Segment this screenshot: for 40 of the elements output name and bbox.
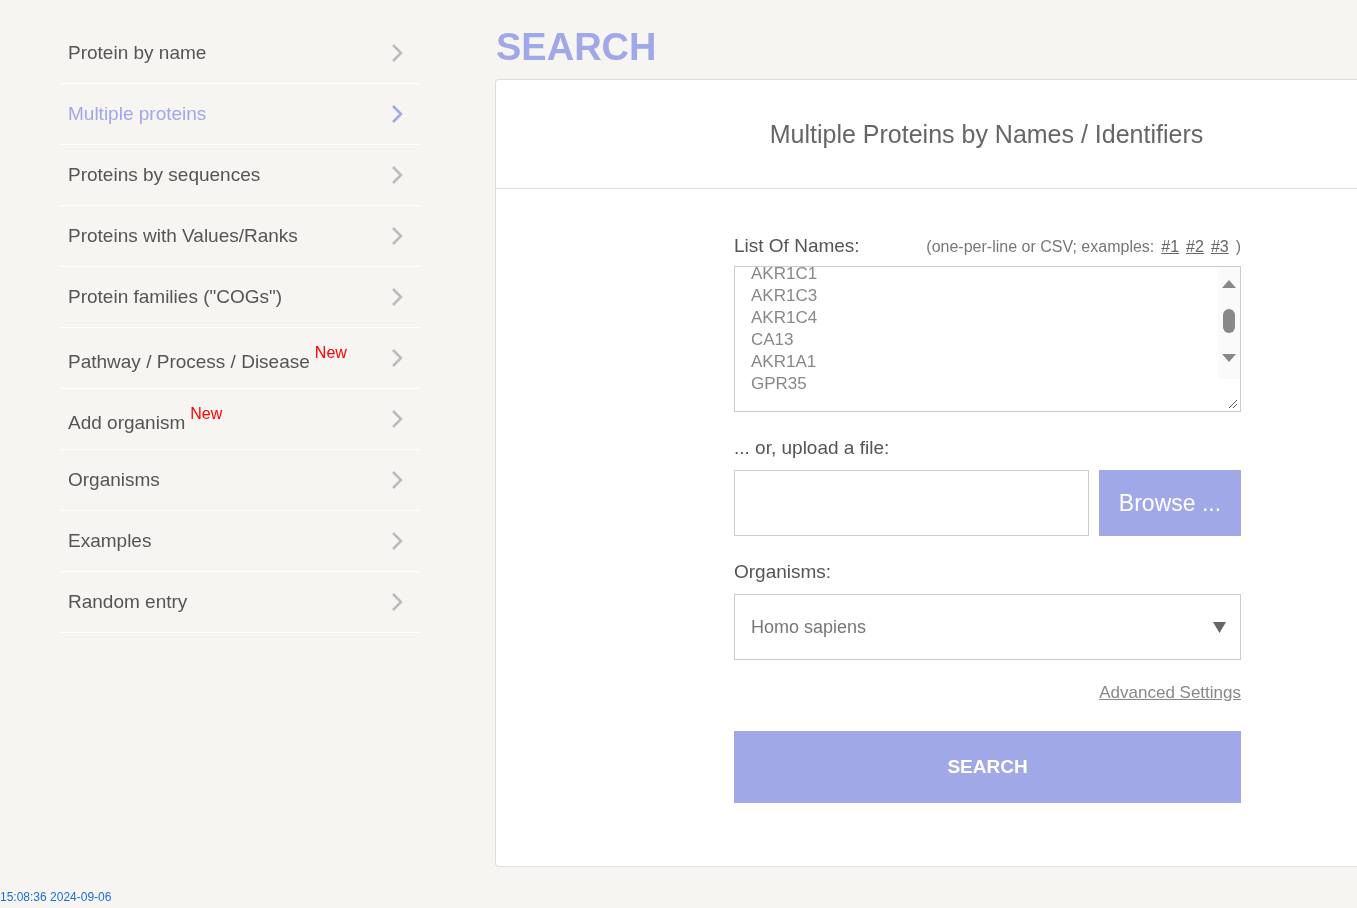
sidebar-item[interactable]: Organisms xyxy=(60,450,420,511)
field-label: List Of Names: xyxy=(734,235,860,257)
page-title: SEARCH xyxy=(496,25,658,70)
scrollbar-thumb[interactable] xyxy=(1223,309,1235,333)
sidebar-item[interactable]: Proteins with Values/Ranks xyxy=(60,206,420,267)
sidebar-item[interactable]: Pathway / Process / Disease $^{New}$ xyxy=(60,328,420,389)
field-label: ... or, upload a file: xyxy=(734,437,891,459)
chevron-right-icon xyxy=(391,165,403,185)
file-input-field[interactable] xyxy=(734,470,1089,536)
chevron-right-icon xyxy=(391,348,403,368)
example-link[interactable]: #1 xyxy=(1161,238,1180,256)
example-link[interactable]: #3 xyxy=(1210,238,1229,256)
dropdown-caret-icon xyxy=(1213,621,1226,633)
names-textarea[interactable]: AKR1C1 AKR1C3 AKR1C4 CA13 AKR1A1 GPR35 xyxy=(734,266,1241,412)
scroll-down-arrow-icon[interactable] xyxy=(1222,353,1236,363)
chevron-right-icon xyxy=(391,470,403,490)
chevron-right-icon xyxy=(391,531,403,551)
scroll-up-arrow-icon[interactable] xyxy=(1222,279,1236,289)
chevron-right-icon xyxy=(391,226,403,246)
chevron-right-icon xyxy=(391,104,403,124)
sidebar-item[interactable]: Protein families ("COGs") xyxy=(60,267,420,328)
advanced-settings-link[interactable]: Advanced Settings xyxy=(1099,683,1241,703)
organism-dropdown[interactable]: Homo sapiens xyxy=(734,594,1241,660)
hint-text: (one-per-line or CSV; examples: xyxy=(926,238,1155,256)
timestamp: 15:08:36 2024-09-06 xyxy=(0,890,112,904)
chevron-right-icon xyxy=(391,43,403,63)
chevron-right-icon xyxy=(391,592,403,612)
scrollbar[interactable] xyxy=(1218,267,1240,379)
hint-text: ) xyxy=(1235,238,1241,256)
sidebar-item[interactable]: Random entry xyxy=(60,572,420,633)
sidebar-item[interactable]: Protein by name xyxy=(60,23,420,84)
panel-title: Multiple Proteins by Names / Identifiers xyxy=(769,119,1204,149)
sidebar-item[interactable]: Proteins by sequences xyxy=(60,145,420,206)
example-link[interactable]: #2 xyxy=(1186,238,1204,256)
sidebar-item[interactable]: Examples xyxy=(60,511,420,572)
field-label: Organisms: xyxy=(734,561,833,583)
resize-grip-icon[interactable] xyxy=(1228,399,1238,409)
chevron-right-icon xyxy=(391,287,403,307)
sidebar-item[interactable]: Add organism $^{New}$ xyxy=(60,389,420,450)
chevron-right-icon xyxy=(391,409,403,429)
